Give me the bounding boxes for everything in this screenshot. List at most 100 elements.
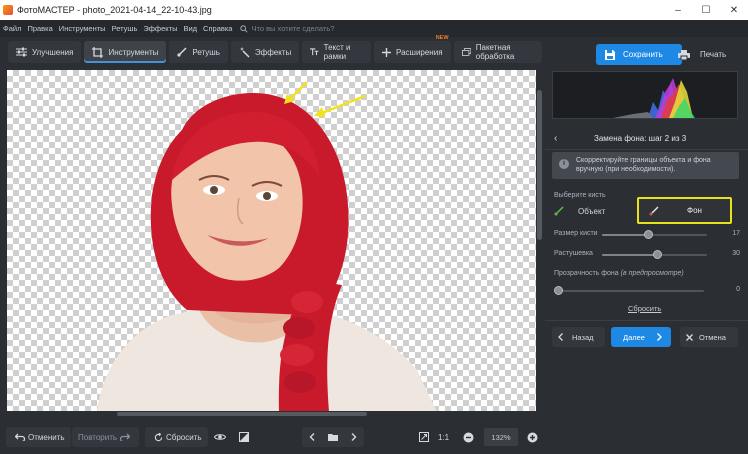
reset-button[interactable]: Сбросить: [145, 427, 208, 447]
undo-button[interactable]: Отменить: [6, 427, 71, 447]
minimize-button[interactable]: –: [664, 0, 692, 20]
chevron-left-icon[interactable]: [309, 433, 315, 441]
opacity-label-text: Прозрачность фона: [554, 270, 619, 277]
horizontal-scrollbar[interactable]: [7, 411, 542, 417]
zoom-level[interactable]: 132%: [484, 428, 518, 446]
brush-background-label: Фон: [687, 206, 702, 215]
save-icon: [605, 49, 615, 60]
slider-knob[interactable]: [652, 250, 662, 259]
slider-knob[interactable]: [554, 286, 563, 295]
tab-label: Улучшения: [32, 47, 74, 57]
search-icon: [240, 24, 249, 33]
menu-help[interactable]: Справка: [203, 24, 232, 33]
printer-icon: [678, 49, 690, 60]
magic-wand-icon: [239, 46, 250, 58]
tab-label: Пакетная обработка: [475, 43, 515, 61]
zoom-in-icon: [527, 432, 538, 442]
feather-value: 30: [732, 250, 740, 257]
close-button[interactable]: ✕: [720, 0, 748, 20]
menu-view[interactable]: Вид: [183, 24, 197, 33]
menu-file[interactable]: Файл: [3, 24, 21, 33]
maximize-button[interactable]: ☐: [692, 0, 720, 20]
menu-effects[interactable]: Эффекты: [143, 24, 177, 33]
new-badge: NEW: [435, 35, 449, 41]
tab-enhancements[interactable]: Улучшения: [8, 41, 82, 63]
zoom-out-icon: [463, 432, 474, 442]
reset-link[interactable]: Сбросить: [628, 304, 661, 313]
divider: [545, 320, 748, 321]
reset-icon: [154, 432, 163, 441]
redo-label: Повторить: [78, 432, 118, 442]
cancel-label: Отмена: [699, 332, 726, 342]
tab-label: Эффекты: [254, 47, 292, 57]
step-title: Замена фона: шаг 2 из 3: [594, 133, 687, 143]
next-button[interactable]: Далее: [611, 327, 671, 347]
fit-screen-icon: [419, 432, 429, 442]
eye-icon: [214, 434, 226, 440]
tab-tools[interactable]: Инструменты: [84, 41, 167, 63]
print-label: Печать: [700, 50, 727, 59]
zoom-out-button[interactable]: [458, 427, 479, 447]
brush-size-slider[interactable]: 17: [554, 230, 740, 240]
next-label: Далее: [623, 332, 645, 342]
close-icon: [686, 333, 693, 341]
chevron-right-icon[interactable]: [351, 433, 357, 441]
divider: [545, 149, 748, 150]
text-icon: [310, 48, 319, 56]
folder-icon[interactable]: [327, 433, 338, 441]
reset-label: Сбросить: [166, 432, 202, 442]
tab-batch-processing[interactable]: Пакетная обработка: [453, 41, 542, 63]
opacity-slider[interactable]: 0: [554, 286, 740, 296]
back-button[interactable]: Назад: [552, 327, 605, 347]
compare-button[interactable]: [230, 427, 258, 447]
command-search[interactable]: Что вы хотите сделать?: [240, 24, 334, 33]
slider-knob[interactable]: [644, 230, 654, 239]
sliders-icon: [16, 47, 27, 57]
brush-plus-icon: [554, 206, 564, 216]
tab-label: Ретушь: [192, 47, 220, 57]
redo-button[interactable]: Повторить: [72, 427, 140, 447]
menu-bar: Файл Правка Инструменты Ретушь Эффекты В…: [0, 20, 748, 37]
brush-object-button[interactable]: Объект: [554, 202, 605, 220]
brush-select-label: Выберите кисть: [554, 192, 606, 199]
step-back-chevron-icon[interactable]: ‹: [554, 133, 557, 144]
app-logo-icon: [3, 5, 13, 15]
info-icon: i: [559, 159, 569, 169]
tab-extensions[interactable]: Расширения NEW: [374, 35, 451, 63]
photo-canvas[interactable]: [7, 70, 542, 412]
menu-tools[interactable]: Инструменты: [59, 24, 106, 33]
cancel-button[interactable]: Отмена: [680, 327, 738, 347]
histogram: [552, 71, 738, 119]
compare-icon: [239, 432, 249, 442]
chevron-right-icon: [657, 333, 662, 341]
scroll-thumb[interactable]: [117, 412, 367, 416]
brush-icon: [177, 47, 187, 57]
search-placeholder: Что вы хотите сделать?: [251, 24, 335, 33]
brush-background-button[interactable]: Фон: [637, 197, 732, 224]
zoom-in-button[interactable]: [522, 427, 543, 447]
menu-retouch[interactable]: Ретушь: [112, 24, 138, 33]
tab-effects[interactable]: Эффекты: [230, 41, 300, 63]
ratio-label: 1:1: [438, 432, 450, 442]
feather-slider[interactable]: 30: [554, 250, 740, 260]
tab-retouch[interactable]: Ретушь: [169, 41, 228, 63]
redo-icon: [120, 433, 131, 441]
right-panel: Сохранить Печать ‹ Замена фона: шаг 2 из…: [545, 37, 748, 454]
tab-text-frames[interactable]: Текст и рамки: [302, 41, 371, 63]
step-header: ‹ Замена фона: шаг 2 из 3: [545, 128, 748, 148]
crop-icon: [92, 46, 104, 58]
tab-label: Текст и рамки: [323, 43, 351, 61]
menu-edit[interactable]: Правка: [27, 24, 52, 33]
brush-object-label: Объект: [578, 206, 606, 216]
actual-size-button[interactable]: 1:1: [432, 427, 455, 447]
tab-label: Инструменты: [108, 47, 159, 57]
print-button[interactable]: Печать: [672, 44, 726, 65]
file-navigator: [302, 427, 364, 447]
batch-icon: [461, 48, 471, 56]
save-button[interactable]: Сохранить: [596, 44, 682, 65]
window-title: ФотоМАСТЕР - photo_2021-04-14_22-10-43.j…: [17, 5, 212, 15]
info-box: i Скорректируйте границы объекта и фона …: [552, 152, 739, 179]
opacity-label: Прозрачность фона (в предпросмотре): [554, 270, 684, 277]
vertical-scrollbar[interactable]: [536, 70, 543, 412]
scroll-thumb[interactable]: [537, 90, 542, 240]
